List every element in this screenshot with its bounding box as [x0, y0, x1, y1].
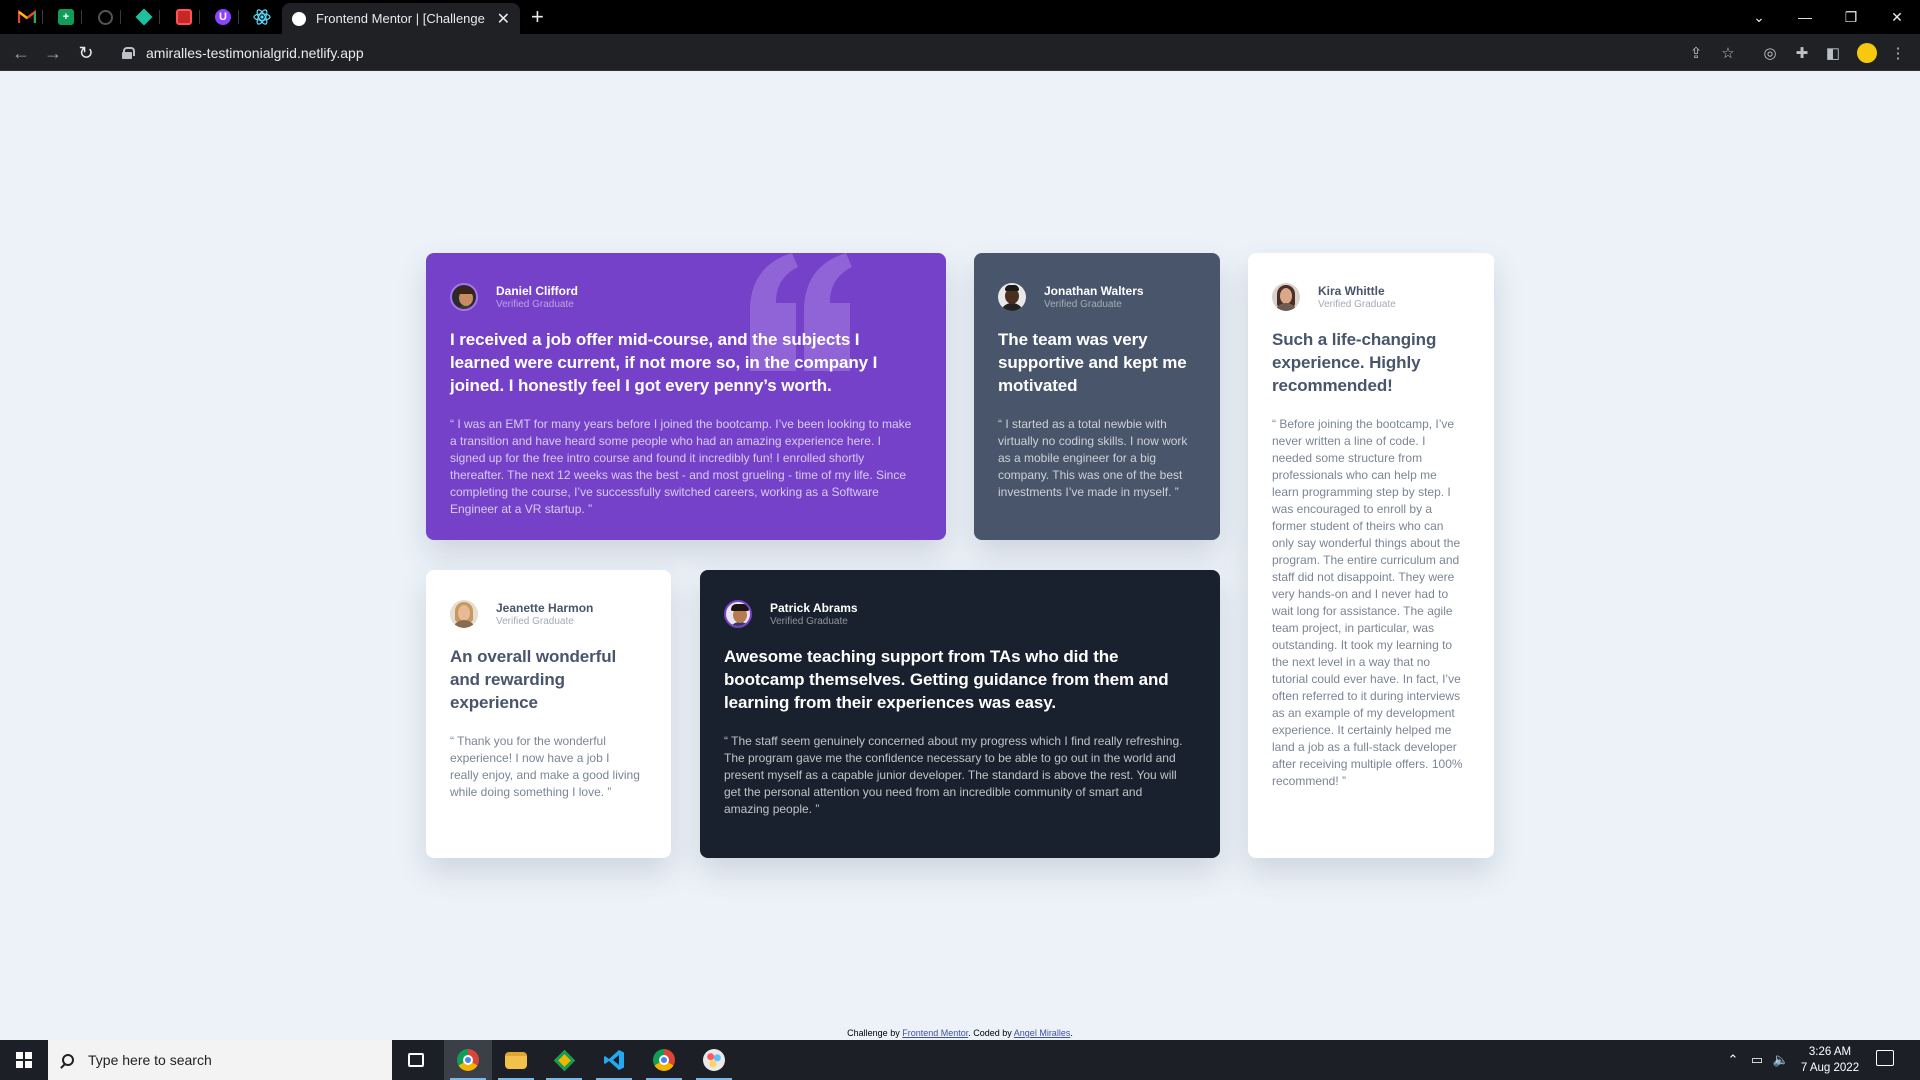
green-app-tab-icon[interactable] — [134, 7, 154, 27]
url-text[interactable]: amiralles-testimonialgrid.netlify.app — [146, 45, 364, 61]
active-tab-title: Frontend Mentor | [Challenge Na — [316, 11, 489, 26]
author-name: Daniel Clifford — [496, 283, 579, 298]
taskbar-search-box[interactable]: Type here to search — [48, 1040, 392, 1080]
avatar — [1272, 283, 1300, 311]
reload-icon[interactable]: ↻ — [74, 41, 98, 65]
new-tab-button[interactable]: + — [531, 4, 544, 30]
attribution-suffix: . — [1070, 1028, 1073, 1038]
author-name: Jeanette Harmon — [496, 600, 594, 615]
frontend-mentor-link[interactable]: Frontend Mentor — [902, 1028, 968, 1038]
profile-avatar[interactable] — [1857, 43, 1877, 63]
author-role: Verified Graduate — [1318, 298, 1396, 310]
testimonial-headline: I received a job offer mid-course, and t… — [450, 330, 878, 395]
vscode-icon[interactable] — [590, 1040, 638, 1080]
close-tab-icon[interactable]: ✕ — [497, 9, 510, 29]
testimonial-headline: An overall wonderful and rewarding exper… — [450, 647, 617, 712]
author-role: Verified Graduate — [496, 298, 574, 310]
restore-window-button[interactable]: ❐ — [1828, 0, 1874, 34]
frontend-mentor-favicon — [292, 11, 306, 26]
tab-separator — [81, 10, 82, 24]
tab-separator — [120, 10, 121, 24]
testimonial-headline: Such a life-changing experience. Highly … — [1272, 330, 1437, 395]
testimonial-quote: “ The staff seem genuinely concerned abo… — [724, 734, 1183, 816]
task-view-icon[interactable] — [392, 1040, 440, 1080]
tab-separator — [159, 10, 160, 24]
address-bar[interactable]: amiralles-testimonialgrid.netlify.app — [112, 38, 1732, 67]
testimonial-card-jeanette: Jeanette Harmon Verified Graduate An ove… — [426, 570, 671, 858]
volume-icon[interactable]: 🔈 — [1770, 1040, 1792, 1080]
extensions-puzzle-icon[interactable]: ✚ — [1792, 43, 1812, 63]
author-link[interactable]: Angel Miralles — [1014, 1028, 1071, 1038]
back-arrow-icon[interactable]: ← — [9, 41, 33, 65]
browser-tab-bar: + U Frontend Mentor | [Challenge Na ✕ + … — [0, 0, 1920, 34]
browser-toolbar: ← → ↻ amiralles-testimonialgrid.netlify.… — [0, 34, 1920, 71]
paint-app-icon[interactable] — [690, 1040, 738, 1080]
clock-date: 7 Aug 2022 — [1800, 1062, 1860, 1074]
minimize-window-button[interactable]: — — [1782, 0, 1828, 34]
clock-time: 3:26 AM — [1808, 1046, 1852, 1058]
windows-logo-icon — [16, 1052, 32, 1068]
network-icon[interactable]: ▭ — [1746, 1040, 1768, 1080]
testimonial-card-kira: Kira Whittle Verified Graduate Such a li… — [1248, 253, 1494, 858]
testimonial-card-jonathan: Jonathan Walters Verified Graduate The t… — [974, 253, 1220, 540]
windows-start-button[interactable] — [0, 1040, 48, 1080]
testimonial-card-patrick: Patrick Abrams Verified Graduate Awesome… — [700, 570, 1220, 858]
side-panel-icon[interactable]: ◧ — [1823, 43, 1843, 63]
testimonial-headline: Awesome teaching support from TAs who di… — [724, 647, 1169, 712]
close-window-button[interactable]: ✕ — [1874, 0, 1920, 34]
share-icon[interactable]: ⇪ — [1686, 43, 1706, 63]
testimonial-quote: “ I started as a total newbie with virtu… — [998, 417, 1188, 499]
forward-arrow-icon[interactable]: → — [41, 41, 65, 65]
author-name: Jonathan Walters — [1044, 283, 1144, 298]
windows-taskbar: Type here to search ⌃ ▭ 🔈 3:26 AM 7 Aug … — [0, 1040, 1920, 1080]
author-role: Verified Graduate — [1044, 298, 1122, 310]
tab-search-chevron-icon[interactable]: ⌄ — [1736, 0, 1782, 34]
author-name: Kira Whittle — [1318, 283, 1385, 298]
red-app-tab-icon[interactable] — [174, 7, 194, 27]
avatar — [450, 283, 478, 311]
attribution: Challenge by Frontend Mentor. Coded by A… — [0, 1028, 1920, 1038]
attribution-middle: . Coded by — [968, 1028, 1014, 1038]
avatar — [450, 600, 478, 628]
menu-dots-icon[interactable]: ⋮ — [1888, 43, 1908, 63]
extension-target-icon[interactable]: ◎ — [1760, 43, 1780, 63]
sheets-tab-icon[interactable]: + — [56, 7, 76, 27]
react-tab-icon[interactable] — [252, 7, 272, 27]
testimonial-quote: “ Thank you for the wonderful experience… — [450, 734, 640, 799]
notification-center-icon[interactable] — [1876, 1050, 1894, 1066]
file-explorer-icon[interactable] — [492, 1040, 540, 1080]
tab-separator — [199, 10, 200, 24]
testimonial-quote: “ I was an EMT for many years before I j… — [450, 417, 912, 516]
active-tab[interactable]: Frontend Mentor | [Challenge Na ✕ — [282, 3, 520, 34]
author-role: Verified Graduate — [496, 615, 574, 627]
lock-icon — [122, 46, 135, 59]
git-app-icon[interactable] — [540, 1040, 588, 1080]
chrome-taskbar-icon[interactable] — [444, 1040, 492, 1080]
taskbar-clock[interactable]: 3:26 AM 7 Aug 2022 — [1790, 1044, 1870, 1076]
bookmark-star-icon[interactable]: ☆ — [1718, 43, 1738, 63]
search-icon — [62, 1054, 74, 1066]
chrome-profile-taskbar-icon[interactable] — [640, 1040, 688, 1080]
testimonial-card-daniel: Daniel Clifford Verified Graduate I rece… — [426, 253, 946, 540]
github-tab-icon[interactable] — [95, 7, 115, 27]
testimonial-headline: The team was very supportive and kept me… — [998, 330, 1187, 395]
attribution-prefix: Challenge by — [847, 1028, 903, 1038]
show-hidden-icons-chevron[interactable]: ⌃ — [1722, 1040, 1744, 1080]
purple-app-tab-icon[interactable]: U — [213, 7, 233, 27]
avatar — [998, 283, 1026, 311]
tab-separator — [238, 10, 239, 24]
gmail-tab-icon[interactable] — [17, 7, 37, 27]
testimonial-quote: “ Before joining the bootcamp, I’ve neve… — [1272, 417, 1463, 788]
avatar — [724, 600, 752, 628]
tab-separator — [42, 10, 43, 24]
author-role: Verified Graduate — [770, 615, 848, 627]
search-placeholder: Type here to search — [88, 1052, 212, 1068]
author-name: Patrick Abrams — [770, 600, 858, 615]
